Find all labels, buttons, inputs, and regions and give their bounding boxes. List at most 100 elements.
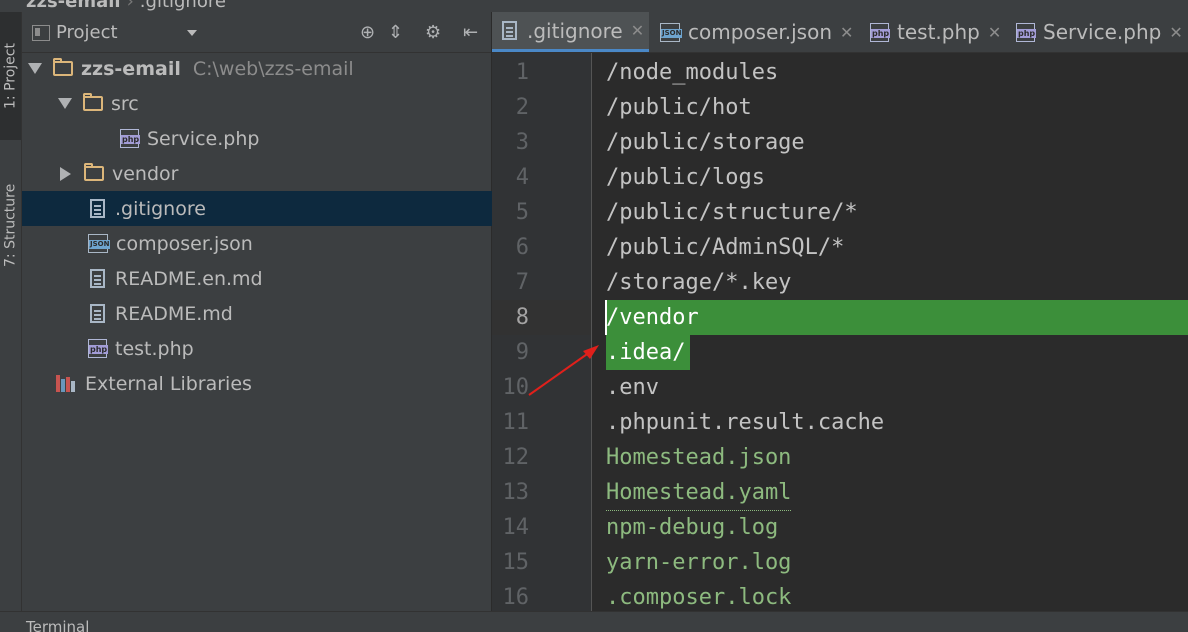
- code-line-text: /public/storage: [606, 130, 805, 155]
- project-view-selector[interactable]: Project: [32, 22, 118, 43]
- line-number: 14: [502, 515, 530, 540]
- gutter-row[interactable]: 8: [492, 300, 591, 335]
- tree-item-label: README.en.md: [115, 267, 263, 290]
- tree-item-gitignore[interactable]: .gitignore: [22, 191, 559, 226]
- locate-icon[interactable]: ⊕: [360, 22, 375, 43]
- structure-tool-tab[interactable]: 7: Structure: [0, 160, 21, 290]
- php-file-icon: php: [88, 339, 109, 358]
- line-number: 5: [515, 200, 529, 225]
- code-line[interactable]: /public/AdminSQL/*: [592, 230, 1188, 265]
- tree-item-src[interactable]: src: [22, 86, 527, 121]
- tree-item-test[interactable]: php test.php: [22, 331, 557, 366]
- tab-composer-json[interactable]: JSON composer.json ✕: [650, 12, 859, 52]
- code-line[interactable]: .env: [592, 370, 1188, 405]
- code-line-text: .phpunit.result.cache: [606, 410, 885, 435]
- gutter-row[interactable]: 11: [492, 405, 591, 440]
- terminal-tab[interactable]: Terminal: [26, 618, 89, 632]
- project-tool-tab-label: 1: Project: [2, 43, 19, 109]
- breadcrumb-file[interactable]: .gitignore: [140, 0, 226, 12]
- gutter-row[interactable]: 6: [492, 230, 591, 265]
- code-line-text: /public/hot: [606, 95, 752, 120]
- close-icon[interactable]: ✕: [840, 23, 853, 42]
- code-line-text: .env: [606, 375, 659, 400]
- code-line[interactable]: npm-debug.log: [592, 510, 1188, 545]
- gutter-row[interactable]: 9: [492, 335, 591, 370]
- line-number: 4: [515, 165, 529, 190]
- code-line-text: /storage/*.key: [606, 270, 792, 295]
- line-number: 9: [515, 340, 529, 365]
- gutter-row[interactable]: 5: [492, 195, 591, 230]
- hide-panel-icon[interactable]: ⇤: [463, 22, 478, 43]
- code-line[interactable]: .idea/: [592, 335, 1188, 370]
- close-icon[interactable]: ✕: [988, 23, 1001, 42]
- code-line[interactable]: yarn-error.log: [592, 545, 1188, 580]
- code-line[interactable]: .phpunit.result.cache: [592, 405, 1188, 440]
- tree-item-label: README.md: [115, 302, 233, 325]
- close-icon[interactable]: ✕: [631, 21, 644, 40]
- gutter-row[interactable]: 15: [492, 545, 591, 580]
- gutter-row[interactable]: 10: [492, 370, 591, 405]
- close-icon[interactable]: ✕: [1169, 23, 1182, 42]
- file-icon: [90, 304, 105, 323]
- left-tool-strip: 1: Project 7: Structure: [0, 12, 22, 612]
- line-number: 13: [502, 480, 530, 505]
- code-line-text: yarn-error.log: [606, 550, 792, 575]
- tab-gitignore[interactable]: .gitignore ✕: [492, 12, 649, 52]
- code-line[interactable]: /storage/*.key: [592, 265, 1188, 300]
- code-editor[interactable]: /node_modules/public/hot/public/storage /…: [592, 53, 1188, 611]
- code-line-text: npm-debug.log: [606, 515, 779, 540]
- gutter-row[interactable]: 12: [492, 440, 591, 475]
- project-tool-tab[interactable]: 1: Project: [0, 12, 21, 140]
- bottom-tool-bar: Terminal: [0, 611, 1188, 632]
- gutter-row[interactable]: 16: [492, 580, 591, 615]
- code-line[interactable]: /vendor: [592, 300, 1188, 335]
- code-line-text: /public/structure/*: [606, 200, 858, 225]
- collapse-arrow-icon[interactable]: [60, 166, 71, 181]
- folder-icon: [83, 93, 103, 111]
- gutter-row[interactable]: 13: [492, 475, 591, 510]
- expand-arrow-icon[interactable]: [28, 63, 42, 74]
- tree-item-readme-en[interactable]: README.en.md: [22, 261, 559, 296]
- php-file-icon: php: [870, 22, 891, 42]
- gutter-row[interactable]: 3: [492, 125, 591, 160]
- tab-test-php[interactable]: php test.php ✕: [860, 12, 1005, 52]
- code-line[interactable]: /public/storage: [592, 125, 1188, 160]
- gutter-row[interactable]: 4: [492, 160, 591, 195]
- text-cursor: [605, 300, 607, 335]
- gear-icon[interactable]: ⚙: [425, 22, 441, 43]
- breadcrumb-project[interactable]: zzs-email: [26, 0, 121, 12]
- line-number: 2: [515, 95, 529, 120]
- tree-item-label: vendor: [112, 162, 179, 185]
- tree-item-readme[interactable]: README.md: [22, 296, 559, 331]
- code-line[interactable]: /public/structure/*: [592, 195, 1188, 230]
- code-line-text: /public/AdminSQL/*: [606, 235, 845, 260]
- code-line[interactable]: Homestead.json: [592, 440, 1188, 475]
- file-icon: [90, 199, 105, 218]
- gutter-row[interactable]: 2: [492, 90, 591, 125]
- code-line[interactable]: .composer.lock: [592, 580, 1188, 611]
- line-number: 12: [502, 445, 530, 470]
- code-line[interactable]: /node_modules: [592, 55, 1188, 90]
- gutter-row[interactable]: 14: [492, 510, 591, 545]
- code-line[interactable]: Homestead.yaml: [592, 475, 1188, 511]
- chevron-down-icon[interactable]: [187, 30, 197, 36]
- tree-root[interactable]: zzs-email C:\web\zzs-email: [22, 51, 497, 86]
- code-line-text: Homestead.yaml: [606, 475, 792, 511]
- line-number: 8: [515, 305, 529, 330]
- gutter-row[interactable]: 1: [492, 55, 591, 90]
- expand-arrow-icon[interactable]: [58, 98, 72, 109]
- tab-label: .gitignore: [527, 18, 623, 43]
- tab-service-php[interactable]: php Service.php ✕: [1006, 12, 1186, 52]
- tree-item-external-libraries[interactable]: External Libraries: [22, 366, 525, 401]
- php-file-icon: php: [1016, 22, 1037, 42]
- gutter-row[interactable]: 7: [492, 265, 591, 300]
- code-line[interactable]: /public/logs: [592, 160, 1188, 195]
- collapse-all-icon[interactable]: ⇕: [388, 22, 403, 43]
- code-line-text: Homestead.json: [606, 445, 792, 470]
- tree-item-vendor[interactable]: vendor: [22, 156, 527, 191]
- tree-item-composer[interactable]: JSON composer.json: [22, 226, 557, 261]
- tree-item-label: .gitignore: [115, 197, 206, 220]
- structure-tool-tab-label: 7: Structure: [2, 183, 19, 267]
- code-line[interactable]: /public/hot: [592, 90, 1188, 125]
- json-file-icon: JSON: [88, 234, 111, 253]
